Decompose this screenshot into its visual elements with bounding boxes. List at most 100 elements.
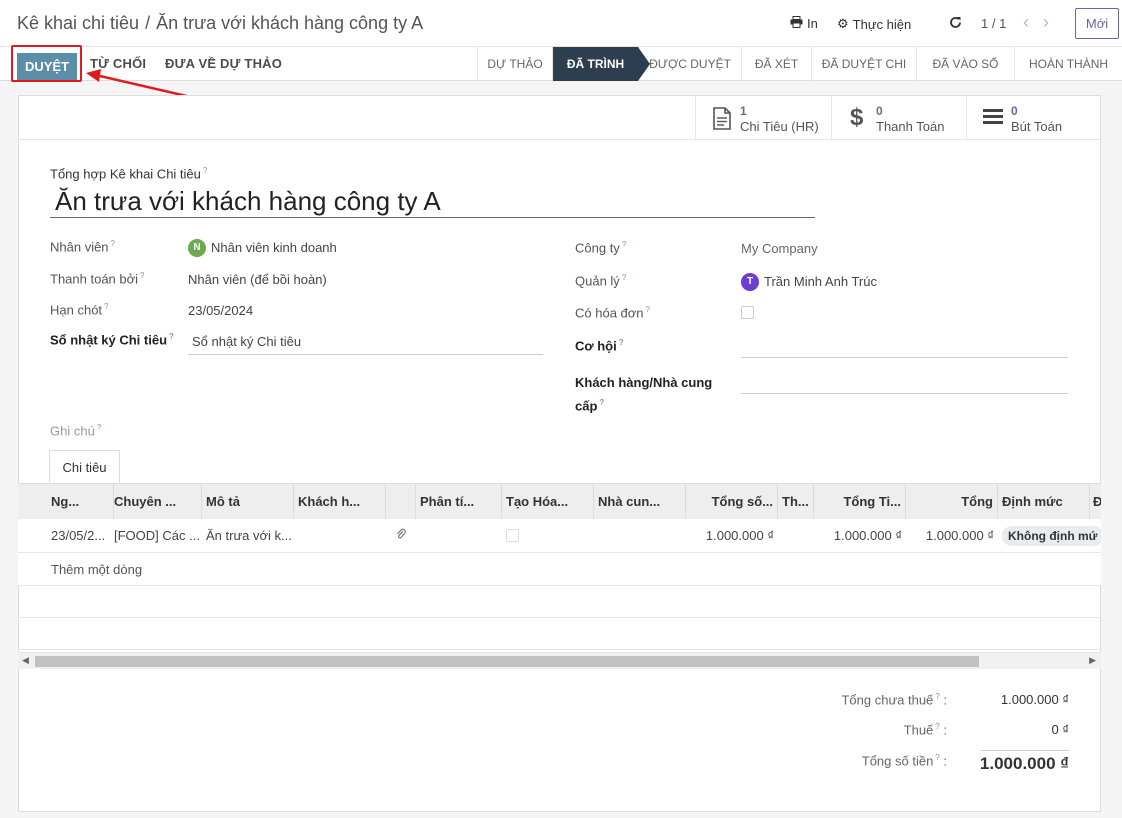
stage-submitted: ĐÃ TRÌNH [552, 47, 650, 81]
reset-to-draft-button[interactable]: ĐƯA VỀ DỰ THẢO [165, 56, 282, 71]
stage-posted[interactable]: ĐÃ VÀO SỔ [916, 47, 1014, 81]
stage-pipeline: DỰ THẢO ĐÃ TRÌNH ĐƯỢC DUYỆT ĐÃ XÉT ĐÃ DU… [477, 47, 1122, 81]
payments-count: 0 [876, 104, 883, 118]
deadline-value: 23/05/2024 [188, 303, 254, 318]
add-line-label: Thêm một dòng [51, 562, 143, 577]
journal-entries-count: 0 [1011, 104, 1018, 118]
column-norm[interactable]: Định mức [998, 484, 1090, 520]
opportunity-label: Cơ hội? [575, 338, 624, 354]
breadcrumb-parent[interactable]: Kê khai chi tiêu [17, 13, 139, 33]
employee-avatar: N [188, 239, 206, 257]
column-more[interactable]: Đ [1090, 484, 1101, 520]
refuse-button[interactable]: TỪ CHỐI [90, 56, 146, 71]
expenses-smart-button[interactable]: 1 Chi Tiêu (HR) [695, 96, 831, 139]
print-icon [790, 16, 803, 31]
cell-date[interactable]: 23/05/2... [47, 519, 114, 553]
refresh-icon [949, 16, 962, 32]
invoice-label: Có hóa đơn? [575, 305, 650, 321]
employee-value[interactable]: Nhân viên kinh doanh [211, 240, 337, 255]
control-panel: Kê khai chi tiêu / Ăn trưa với khách hàng … [0, 0, 1122, 47]
help-icon[interactable]: ? [111, 239, 115, 248]
scroll-left-icon[interactable]: ◀ [22, 655, 29, 666]
journal-input[interactable]: Sổ nhật ký Chi tiêu [188, 331, 543, 355]
company-value: My Company [741, 241, 818, 256]
cell-amount[interactable]: 1.000.000 ₫ [686, 519, 778, 553]
column-description[interactable]: Mô tả [202, 484, 294, 520]
column-date[interactable]: Ng... [47, 484, 114, 520]
help-icon[interactable]: ? [104, 302, 108, 311]
expense-table-header: Ng... Chuyên ... Mô tả Khách h... Phân t… [18, 483, 1101, 520]
add-line-link[interactable]: Thêm một dòng [18, 553, 1101, 586]
column-amount[interactable]: Tổng số... [686, 484, 778, 520]
stage-approved[interactable]: ĐƯỢC DUYỆT [638, 47, 741, 81]
help-icon[interactable]: ? [646, 305, 650, 314]
paperclip-icon[interactable] [392, 519, 412, 553]
column-customer[interactable]: Khách h... [294, 484, 386, 520]
table-row[interactable]: 23/05/2... [FOOD] Các ... Ăn trưa với k.… [18, 519, 1101, 553]
action-menu-button[interactable]: ⚙ Thực hiện [837, 16, 911, 32]
empty-row [18, 586, 1101, 618]
journal-entries-smart-button[interactable]: 0 Bút Toán [966, 96, 1100, 139]
horizontal-scrollbar[interactable]: ◀ ▶ [18, 652, 1101, 669]
refresh-button[interactable] [949, 16, 962, 32]
report-title-input[interactable]: Ăn trưa với khách hàng công ty A [50, 186, 815, 218]
help-icon[interactable]: ? [935, 692, 939, 701]
journal-entries-label: Bút Toán [1011, 119, 1063, 134]
column-total[interactable]: Tổng [906, 484, 998, 520]
report-title-label: Tổng hợp Kê khai Chi tiêu? [50, 166, 208, 182]
cell-category[interactable]: [FOOD] Các ... [110, 519, 202, 553]
print-button[interactable]: In [790, 16, 818, 31]
cell-total[interactable]: 1.000.000 ₫ [906, 519, 998, 553]
help-icon[interactable]: ? [599, 398, 604, 407]
help-icon[interactable]: ? [622, 273, 626, 282]
pager-value[interactable]: 1 / 1 [981, 16, 1006, 31]
help-icon[interactable]: ? [935, 722, 939, 731]
help-icon[interactable]: ? [97, 423, 101, 432]
total-value: 1.000.000 ₫ [979, 754, 1069, 773]
total-label: Tổng số tiền? : [861, 753, 947, 769]
cell-description[interactable]: Ăn trưa với k... [202, 519, 294, 553]
company-label: Công ty? [575, 240, 627, 256]
deadline-label: Hạn chót? [50, 302, 109, 318]
column-total-currency[interactable]: Tổng Ti... [814, 484, 906, 520]
pager-next-icon[interactable]: › [1038, 12, 1054, 32]
stage-done[interactable]: HOÀN THÀNH [1014, 47, 1122, 81]
stage-payment-approved[interactable]: ĐÃ DUYỆT CHI [811, 47, 916, 81]
help-icon[interactable]: ? [622, 240, 626, 249]
manager-value[interactable]: Trần Minh Anh Trúc [764, 274, 877, 289]
stage-draft[interactable]: DỰ THẢO [477, 47, 552, 81]
cell-norm: Không định mứ [998, 519, 1101, 553]
payments-smart-button[interactable]: $ 0 Thanh Toán [831, 96, 966, 139]
column-category[interactable]: Chuyên ... [110, 484, 202, 520]
help-icon[interactable]: ? [140, 271, 144, 280]
highlight-box [11, 45, 82, 82]
partner-label: Khách hàng/Nhà cung cấp? [575, 375, 713, 414]
tax-label: Thuế? : [903, 722, 947, 738]
untaxed-value: 1.000.000 ₫ [1000, 692, 1069, 707]
column-create-invoice[interactable]: Tạo Hóa... [502, 484, 594, 520]
smart-button-box: 1 Chi Tiêu (HR) $ 0 Thanh Toán 0 Bút Toá… [19, 96, 1100, 140]
invoice-checkbox[interactable] [741, 306, 754, 319]
cell-total-currency[interactable]: 1.000.000 ₫ [814, 519, 906, 553]
untaxed-label: Tổng chưa thuế? : [841, 692, 947, 708]
tab-expenses[interactable]: Chi tiêu [49, 450, 120, 483]
list-icon [983, 107, 1003, 129]
column-analytic[interactable]: Phân tí... [416, 484, 502, 520]
help-icon[interactable]: ? [203, 166, 207, 175]
scroll-right-icon[interactable]: ▶ [1089, 655, 1096, 666]
stage-reviewed[interactable]: ĐÃ XÉT [741, 47, 811, 81]
create-invoice-checkbox[interactable] [506, 529, 519, 542]
help-icon[interactable]: ? [169, 332, 174, 341]
document-icon [712, 107, 732, 134]
expenses-count: 1 [740, 104, 747, 118]
new-button[interactable]: Mới [1075, 8, 1119, 39]
payments-label: Thanh Toán [876, 119, 945, 134]
column-vendor[interactable]: Nhà cun... [594, 484, 686, 520]
column-tax[interactable]: Th... [778, 484, 814, 520]
pager-prev-icon[interactable]: ‹ [1018, 12, 1034, 32]
help-icon[interactable]: ? [619, 338, 624, 347]
opportunity-input[interactable] [741, 334, 1068, 358]
scrollbar-thumb[interactable] [35, 656, 979, 667]
partner-input[interactable] [741, 370, 1068, 394]
dollar-icon: $ [850, 104, 864, 131]
